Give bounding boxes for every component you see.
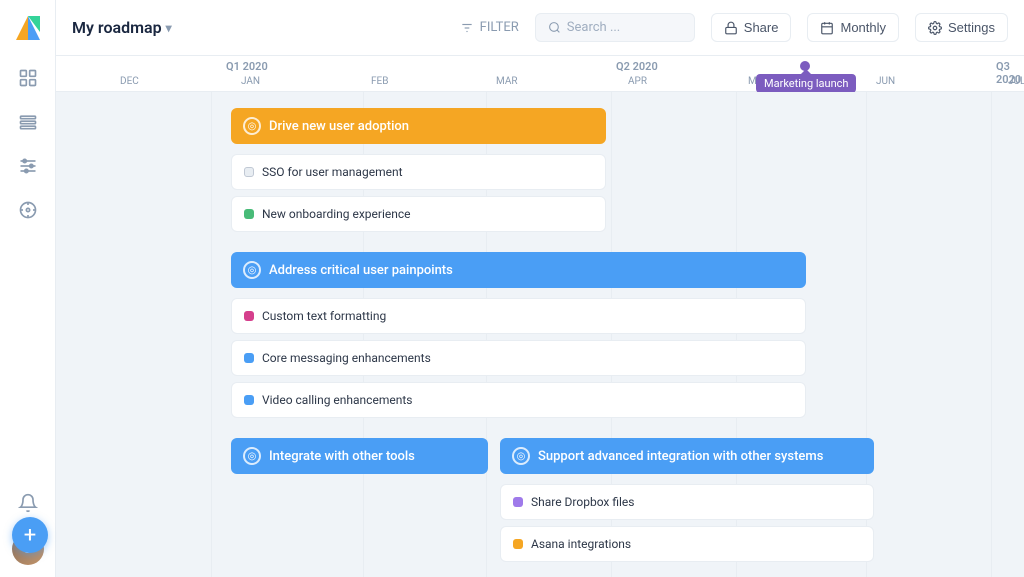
month-jul: JUL <box>1008 76 1024 87</box>
task5-dot <box>244 395 254 405</box>
month-mar: MAR <box>496 76 518 87</box>
month-feb: FEB <box>371 76 388 87</box>
grid-line-jul <box>991 92 992 577</box>
title-chevron: ▾ <box>166 21 172 35</box>
epic-drive-user-adoption[interactable]: ◎ Drive new user adoption <box>231 108 606 144</box>
grid-line-dec <box>211 92 212 577</box>
quarter-q2: Q2 2020 <box>616 60 658 73</box>
task2-label: New onboarding experience <box>262 207 411 221</box>
epic-address-painpoints[interactable]: ◎ Address critical user painpoints <box>231 252 806 288</box>
month-jun: JUN <box>876 76 895 87</box>
filter-button[interactable]: FILTER <box>460 20 519 35</box>
task3-dot <box>244 311 254 321</box>
epic3-icon: ◎ <box>243 447 261 465</box>
page-title[interactable]: My roadmap ▾ <box>72 18 172 37</box>
settings-label: Settings <box>948 20 995 35</box>
epic4-label: Support advanced integration with other … <box>538 449 823 464</box>
share-button[interactable]: Share <box>711 13 792 42</box>
epic2-label: Address critical user painpoints <box>269 263 453 278</box>
sidebar: U + <box>0 0 56 577</box>
title-text: My roadmap <box>72 18 162 37</box>
filter-icon <box>460 21 474 35</box>
task6-label: Share Dropbox files <box>531 495 634 509</box>
main-content: My roadmap ▾ FILTER Search ... Share Mon… <box>56 0 1024 577</box>
task-custom-text[interactable]: Custom text formatting <box>231 298 806 334</box>
task5-label: Video calling enhancements <box>262 393 412 407</box>
month-jan: JAN <box>241 76 260 87</box>
epic-integrate-tools[interactable]: ◎ Integrate with other tools <box>231 438 488 474</box>
filter-label: FILTER <box>480 20 519 35</box>
sidebar-item-gantt[interactable] <box>10 148 46 184</box>
monthly-label: Monthly <box>840 20 886 35</box>
sidebar-item-list[interactable] <box>10 104 46 140</box>
task2-dot <box>244 209 254 219</box>
timeline-header: DEC Q1 2020 JAN FEB MAR Q2 2020 APR MAY … <box>56 56 1024 92</box>
bell-icon[interactable] <box>10 485 46 521</box>
task6-dot <box>513 497 523 507</box>
header: My roadmap ▾ FILTER Search ... Share Mon… <box>56 0 1024 56</box>
share-icon <box>724 21 738 35</box>
task-video-calling[interactable]: Video calling enhancements <box>231 382 806 418</box>
task-core-messaging[interactable]: Core messaging enhancements <box>231 340 806 376</box>
task1-label: SSO for user management <box>262 165 403 179</box>
task-asana[interactable]: Asana integrations <box>500 526 874 562</box>
task3-label: Custom text formatting <box>262 309 386 323</box>
monthly-button[interactable]: Monthly <box>807 13 899 42</box>
epic2-icon: ◎ <box>243 261 261 279</box>
epic1-label: Drive new user adoption <box>269 119 409 134</box>
epic1-icon: ◎ <box>243 117 261 135</box>
epic3-label: Integrate with other tools <box>269 449 415 464</box>
task1-dot <box>244 167 254 177</box>
settings-button[interactable]: Settings <box>915 13 1008 42</box>
epic-support-integration[interactable]: ◎ Support advanced integration with othe… <box>500 438 874 474</box>
search-placeholder: Search ... <box>567 20 620 35</box>
settings-icon <box>928 21 942 35</box>
share-label: Share <box>744 20 779 35</box>
task4-label: Core messaging enhancements <box>262 351 431 365</box>
task4-dot <box>244 353 254 363</box>
sidebar-item-compass[interactable] <box>10 192 46 228</box>
timeline-content: ◎ Drive new user adoption SSO for user m… <box>56 92 1024 577</box>
app-logo[interactable] <box>12 12 44 44</box>
today-tooltip: Marketing launch <box>756 74 856 93</box>
task7-label: Asana integrations <box>531 537 631 551</box>
calendar-icon <box>820 21 834 35</box>
search-bar[interactable]: Search ... <box>535 13 695 42</box>
month-dec: DEC <box>120 76 139 87</box>
task7-dot <box>513 539 523 549</box>
add-button[interactable]: + <box>12 517 48 553</box>
month-apr: APR <box>628 76 647 87</box>
sidebar-item-roadmap[interactable] <box>10 60 46 96</box>
task-onboarding[interactable]: New onboarding experience <box>231 196 606 232</box>
epic4-icon: ◎ <box>512 447 530 465</box>
today-label: Marketing launch <box>764 77 848 90</box>
timeline: DEC Q1 2020 JAN FEB MAR Q2 2020 APR MAY … <box>56 56 1024 577</box>
search-icon <box>548 21 561 34</box>
quarter-q1: Q1 2020 <box>226 60 268 73</box>
task-sso[interactable]: SSO for user management <box>231 154 606 190</box>
task-dropbox[interactable]: Share Dropbox files <box>500 484 874 520</box>
